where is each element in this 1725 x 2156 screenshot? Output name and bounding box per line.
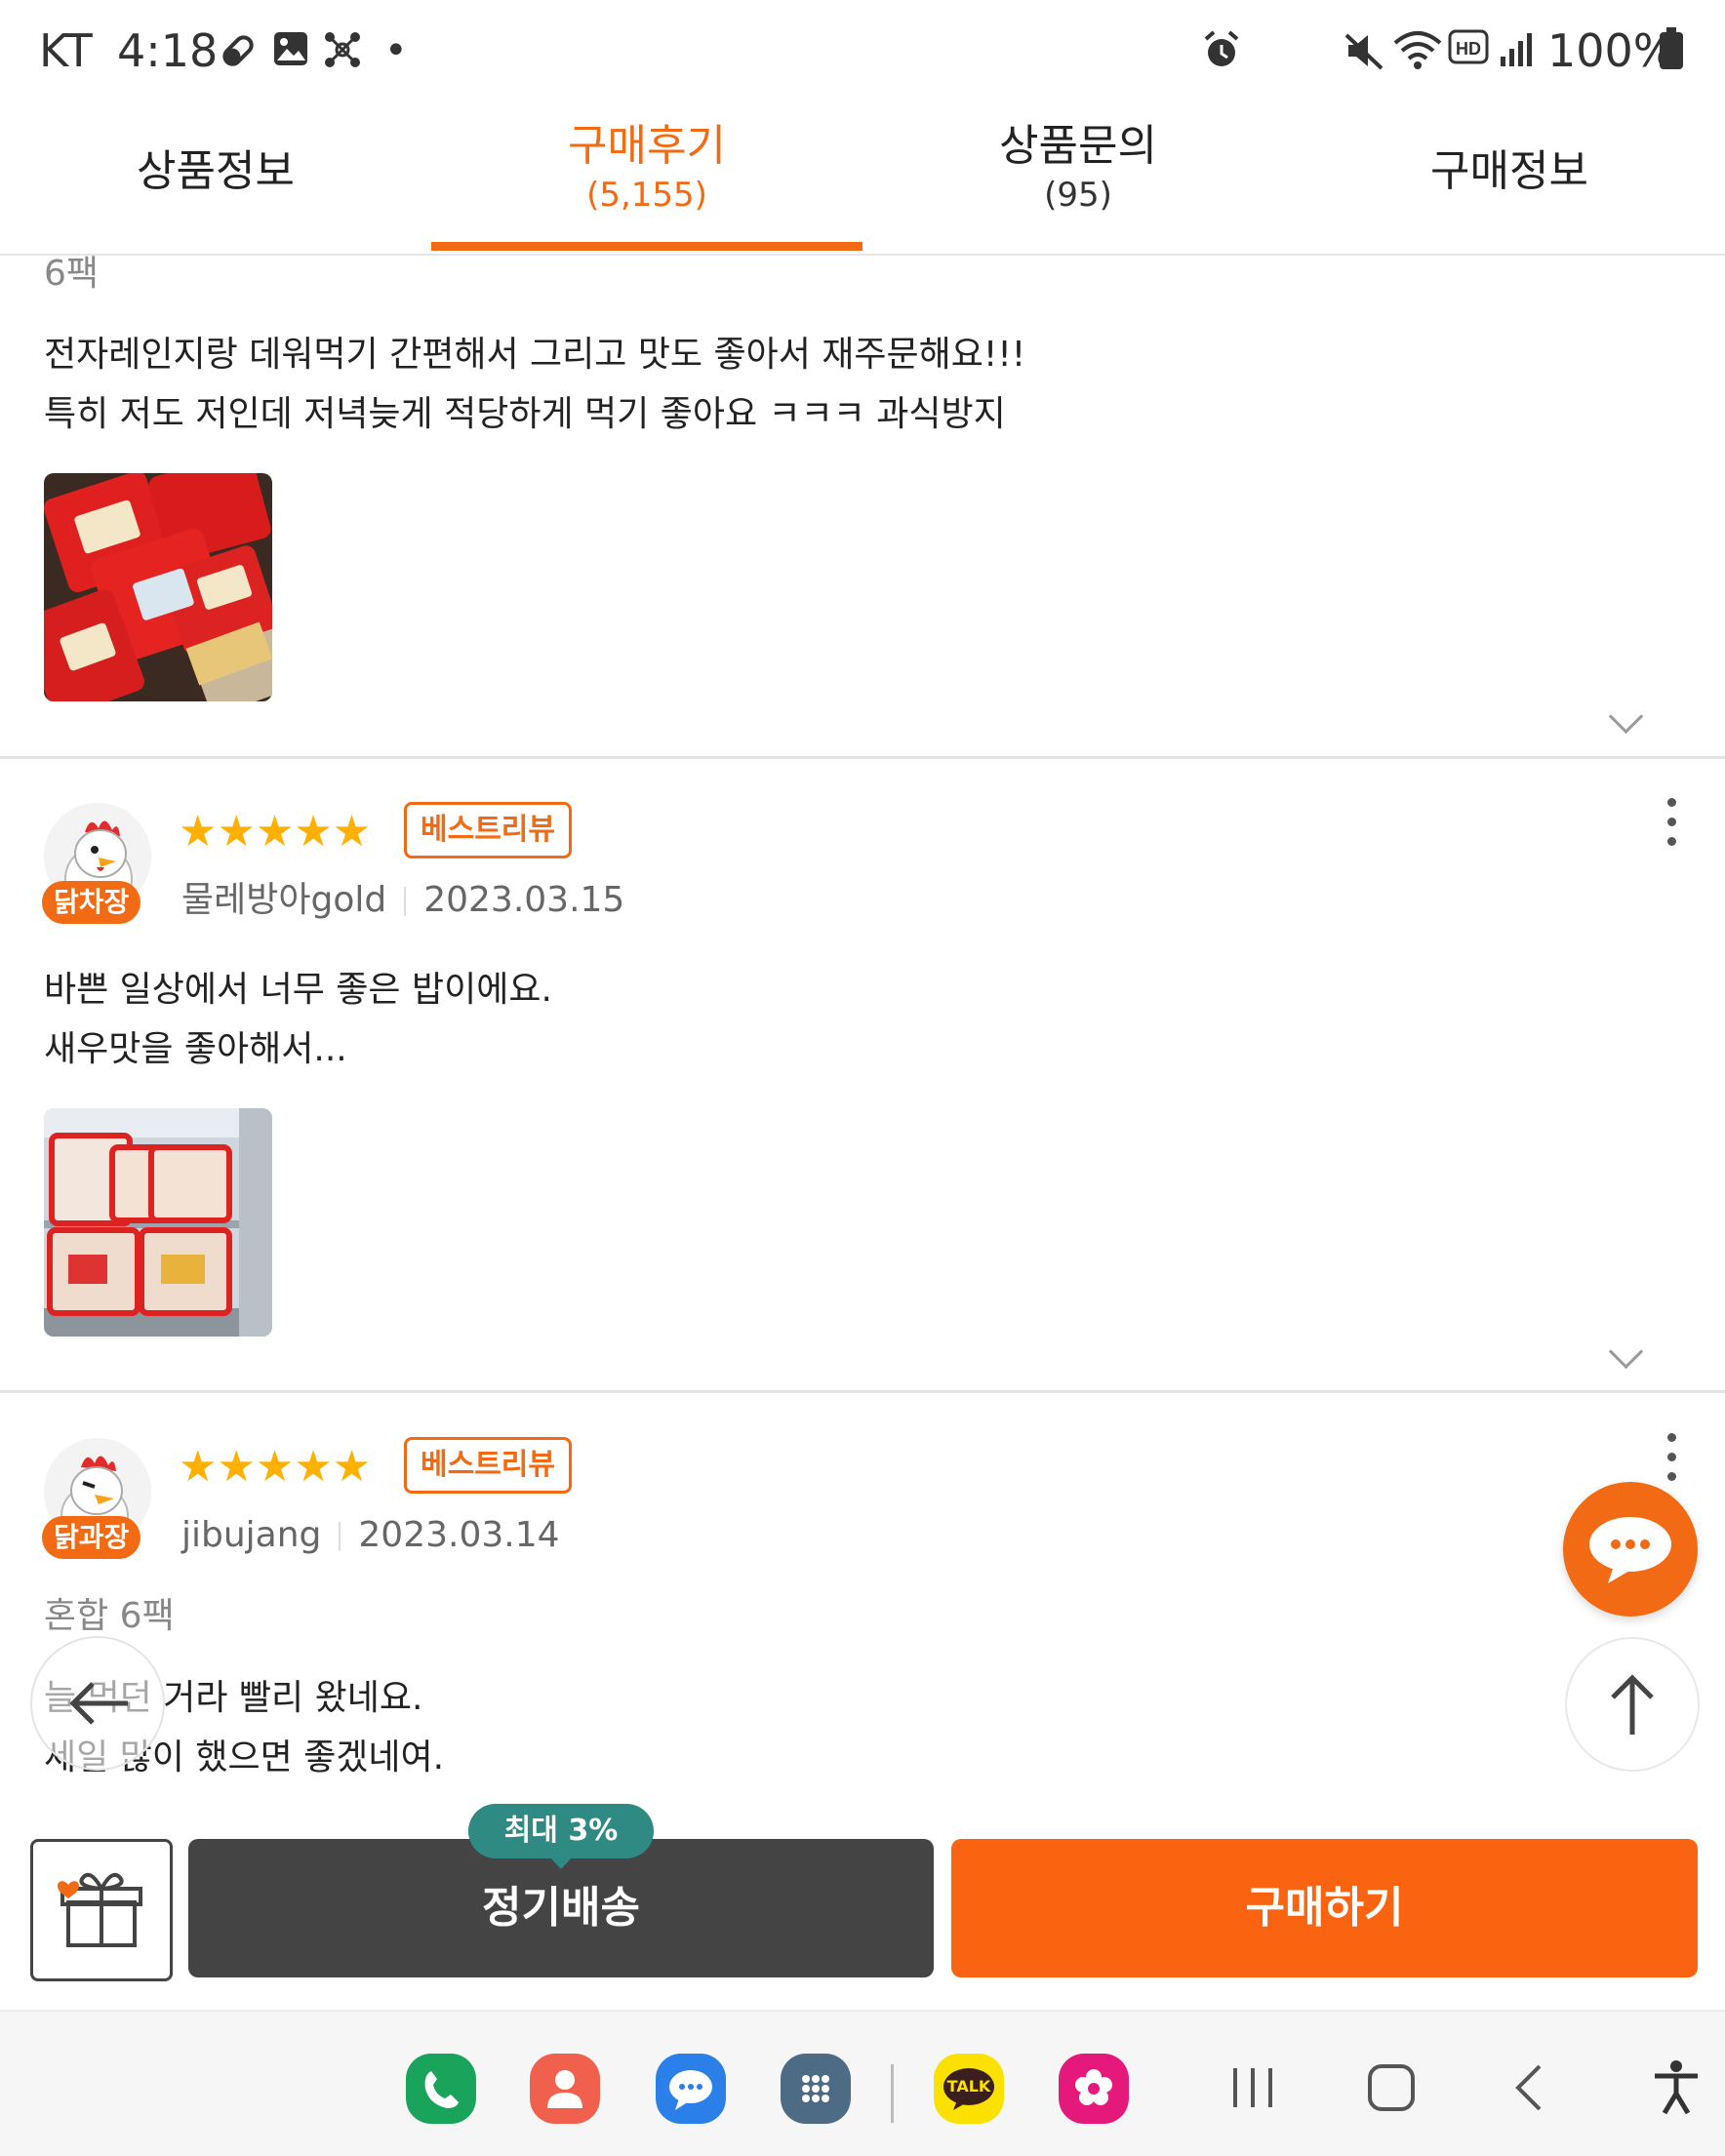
recent-apps-icon[interactable] xyxy=(1225,2060,1280,2115)
fridge-packages-photo xyxy=(44,1108,272,1337)
tab-label: 상품문의 xyxy=(999,121,1157,171)
pill-icon xyxy=(222,35,254,66)
navigation-bar: TALK xyxy=(0,2010,1725,2156)
tab-label: 상품정보 xyxy=(137,146,295,196)
grid-dots-icon xyxy=(802,2075,829,2102)
home-icon[interactable] xyxy=(1364,2060,1419,2115)
review-text-line: 전자레인지랑 데워먹기 간편해서 그리고 맛도 좋아서 재주문해요!!! xyxy=(44,335,1026,375)
more-options-icon[interactable] xyxy=(1667,798,1679,857)
scroll-to-top-button[interactable] xyxy=(1565,1637,1700,1772)
review-option: 6팩 xyxy=(44,254,100,294)
review-text-line: 특히 저도 저인데 저녁늦게 적당하게 먹기 좋아요 ㅋㅋㅋ 과식방지 xyxy=(44,394,1006,434)
review-username: jibujang xyxy=(181,1515,322,1555)
gallery-app-icon[interactable] xyxy=(1059,2054,1129,2124)
back-floating-button[interactable] xyxy=(30,1636,165,1771)
accessibility-icon[interactable] xyxy=(1649,2058,1704,2117)
chat-bubble-icon xyxy=(1589,1517,1671,1583)
tab-count: (95) xyxy=(1044,176,1112,215)
messages-app-icon[interactable] xyxy=(656,2054,726,2124)
kakaotalk-label: TALK xyxy=(946,2077,991,2096)
review-date: 2023.03.14 xyxy=(358,1515,560,1555)
dock-separator xyxy=(891,2064,894,2123)
person-icon xyxy=(547,2070,582,2108)
review-text-line: 새우맛을 좋아해서... xyxy=(44,1029,347,1069)
tab-product-qna[interactable]: 상품문의 (95) xyxy=(862,105,1294,254)
alarm-icon xyxy=(1204,30,1239,66)
battery-icon xyxy=(1660,27,1683,69)
image-icon xyxy=(274,32,307,65)
review-username: 물레방아gold xyxy=(181,880,387,920)
active-tab-indicator xyxy=(431,242,862,251)
kakaotalk-app-icon[interactable]: TALK xyxy=(934,2054,1004,2124)
best-review-badge: 베스트리뷰 xyxy=(404,1437,572,1494)
product-tabs: 상품정보 구매후기 (5,155) 상품문의 (95) 구매정보 xyxy=(0,105,1725,256)
tab-label: 구매후기 xyxy=(568,121,726,171)
meta-separator xyxy=(339,1522,341,1551)
wifi-icon xyxy=(1393,31,1442,69)
carrier-label: KT xyxy=(39,24,93,77)
chevron-down-icon[interactable] xyxy=(1608,1334,1644,1370)
review-photo[interactable] xyxy=(44,1108,272,1337)
clock: 4:18 xyxy=(117,24,219,77)
molecule-icon xyxy=(325,32,360,67)
review-divider xyxy=(0,1390,1725,1393)
back-icon[interactable] xyxy=(1503,2060,1557,2115)
hd-voice-icon: HD xyxy=(1448,29,1489,64)
arrow-up-icon xyxy=(1611,1674,1654,1735)
best-review-badge: 베스트리뷰 xyxy=(404,802,572,858)
arrow-left-icon xyxy=(69,1682,128,1725)
review-text: 바쁜 일상에서 너무 좋은 밥이에요. 새우맛을 좋아해서... xyxy=(44,960,552,1079)
discount-tooltip: 최대 3% xyxy=(468,1804,654,1858)
mute-icon xyxy=(1344,33,1384,70)
notification-dot: • xyxy=(384,28,408,73)
review-text-line: 바쁜 일상에서 너무 좋은 밥이에요. xyxy=(44,970,552,1010)
chevron-down-icon[interactable] xyxy=(1608,699,1644,735)
app-drawer-icon[interactable] xyxy=(781,2054,851,2124)
phone-app-icon[interactable] xyxy=(406,2054,476,2124)
review-date: 2023.03.15 xyxy=(423,880,625,920)
svg-text:HD: HD xyxy=(1456,39,1481,59)
meta-separator xyxy=(404,887,407,916)
review-divider xyxy=(0,756,1725,759)
review-option: 혼합 6팩 xyxy=(44,1596,175,1636)
gift-button[interactable] xyxy=(30,1839,173,1981)
rice-bowl-packages-photo xyxy=(44,473,272,701)
contacts-app-icon[interactable] xyxy=(530,2054,600,2124)
status-bar: KT 4:18 • HD 100% xyxy=(0,0,1725,105)
tab-product-info[interactable]: 상품정보 xyxy=(0,105,431,254)
review-meta: 물레방아gold 2023.03.15 xyxy=(181,878,624,923)
buy-button[interactable]: 구매하기 xyxy=(951,1839,1698,1977)
rating-stars: ★★★★★ xyxy=(179,1442,372,1492)
rating-stars: ★★★★★ xyxy=(179,807,372,857)
chat-floating-button[interactable] xyxy=(1563,1482,1698,1617)
message-bubble-icon xyxy=(669,2070,712,2110)
tab-reviews[interactable]: 구매후기 (5,155) xyxy=(431,105,862,254)
gift-icon xyxy=(58,1872,142,1947)
tab-purchase-info[interactable]: 구매정보 xyxy=(1294,105,1725,254)
tab-count: (5,155) xyxy=(586,176,707,215)
user-grade-badge: 닭차장 xyxy=(42,881,141,924)
signal-icon xyxy=(1501,33,1532,66)
phone-handset-icon xyxy=(424,2071,459,2108)
review-photo[interactable] xyxy=(44,473,272,701)
battery-percent: 100% xyxy=(1547,24,1676,77)
flower-icon xyxy=(1075,2069,1112,2105)
review-text: 전자레인지랑 데워먹기 간편해서 그리고 맛도 좋아서 재주문해요!!! 특히 … xyxy=(44,325,1025,444)
review-meta: jibujang 2023.03.14 xyxy=(181,1513,560,1558)
tab-label: 구매정보 xyxy=(1430,146,1588,196)
user-grade-badge: 닭과장 xyxy=(42,1516,141,1559)
